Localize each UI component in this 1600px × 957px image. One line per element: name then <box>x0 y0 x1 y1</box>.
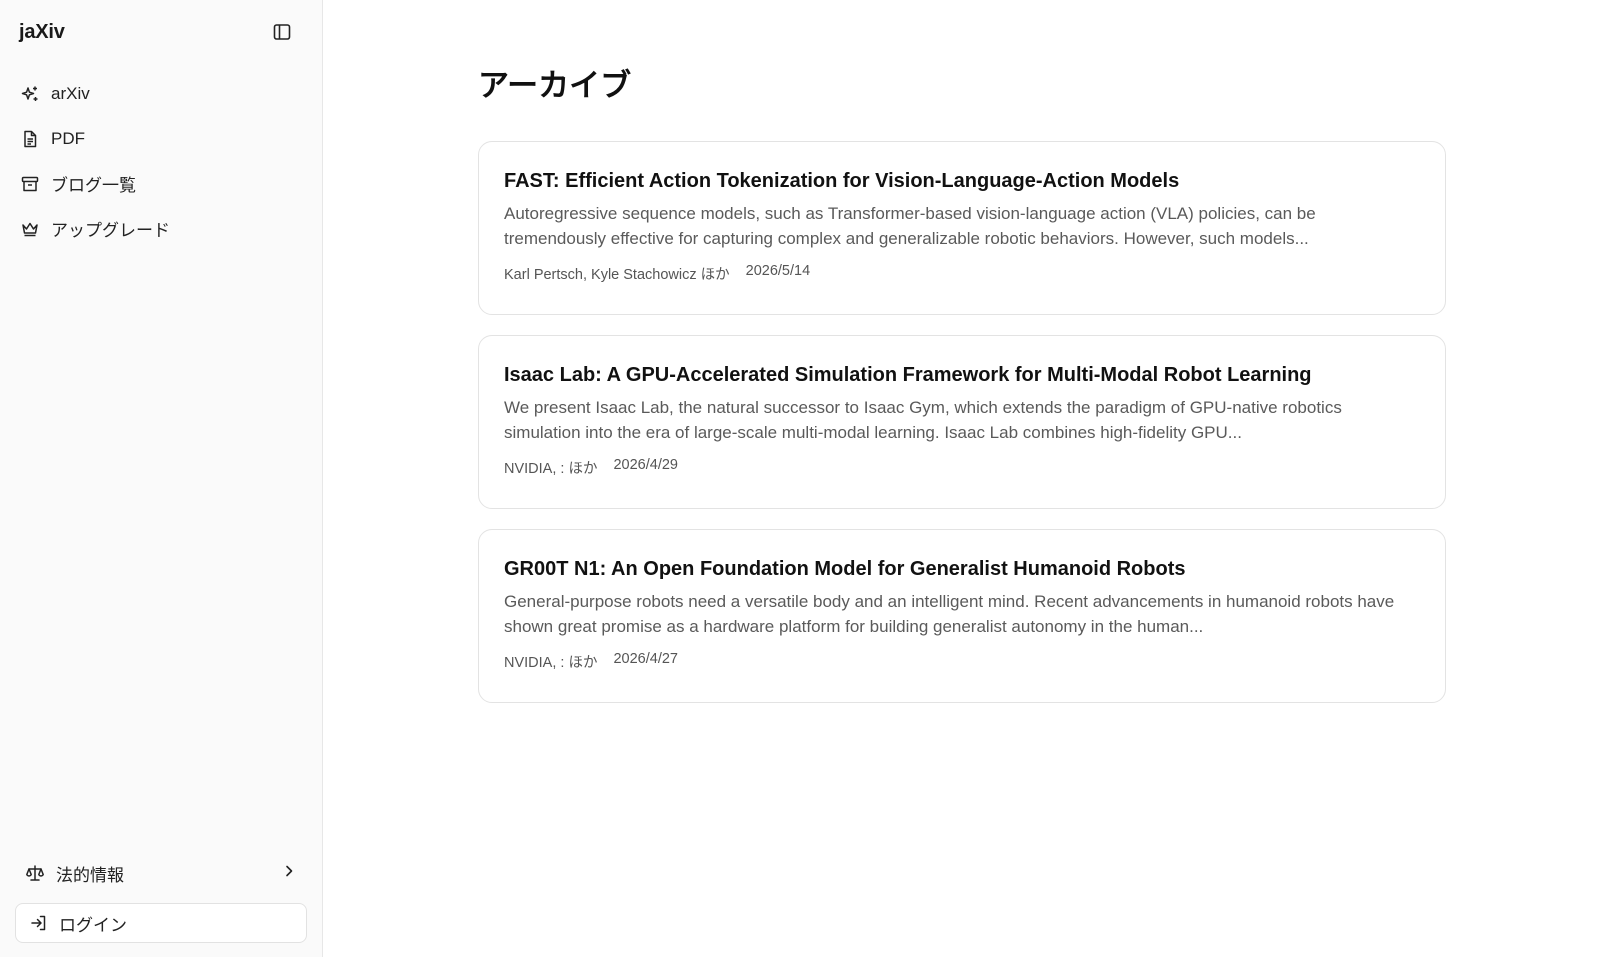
file-text-icon <box>20 129 40 149</box>
legal-info-label: 法的情報 <box>56 865 124 885</box>
article-date: 2026/4/27 <box>613 651 678 667</box>
sidebar-nav: arXiv PDF ブログ一覧 アップグレード <box>0 64 322 251</box>
sidebar-item-pdf[interactable]: PDF <box>0 116 322 161</box>
article-meta: NVIDIA, : ほか 2026/4/27 <box>504 651 1420 672</box>
sidebar-item-label: アップグレード <box>51 221 170 240</box>
sidebar-item-label: ブログ一覧 <box>51 176 136 195</box>
article-card[interactable]: GR00T N1: An Open Foundation Model for G… <box>478 529 1446 703</box>
article-abstract: Autoregressive sequence models, such as … <box>504 204 1316 248</box>
article-date: 2026/5/14 <box>745 263 811 279</box>
sidebar-item-upgrade[interactable]: アップグレード <box>0 206 322 251</box>
scale-icon <box>25 863 45 883</box>
login-button[interactable]: ログイン <box>15 903 307 943</box>
login-label: ログイン <box>59 915 127 935</box>
log-in-icon <box>29 913 49 933</box>
sidebar-header: jaXiv <box>0 0 322 64</box>
page-title: アーカイブ <box>478 68 632 103</box>
sidebar-item-arxiv[interactable]: arXiv <box>0 71 322 116</box>
article-meta: NVIDIA, : ほか 2026/4/29 <box>504 457 1420 478</box>
sidebar-footer: 法的情報 ログイン <box>0 851 322 957</box>
article-list: FAST: Efficient Action Tokenization for … <box>478 141 1446 723</box>
article-title[interactable]: FAST: Efficient Action Tokenization for … <box>504 168 1420 194</box>
archive-icon <box>20 174 40 194</box>
main-content: アーカイブ FAST: Efficient Action Tokenizatio… <box>323 0 1600 957</box>
crown-icon <box>20 219 40 239</box>
article-card[interactable]: Isaac Lab: A GPU-Accelerated Simulation … <box>478 335 1446 509</box>
article-card[interactable]: FAST: Efficient Action Tokenization for … <box>478 141 1446 315</box>
sidebar-item-label: PDF <box>51 128 85 148</box>
article-title[interactable]: Isaac Lab: A GPU-Accelerated Simulation … <box>504 362 1420 388</box>
article-abstract: We present Isaac Lab, the natural succes… <box>504 398 1342 442</box>
sidebar-item-blog-list[interactable]: ブログ一覧 <box>0 161 322 206</box>
article-date: 2026/4/29 <box>613 457 678 473</box>
sidebar: jaXiv arXiv PDF ブログ一覧 アップグレード 法的情報 ログイン <box>0 0 323 957</box>
sidebar-item-label: arXiv <box>51 83 90 103</box>
article-title[interactable]: GR00T N1: An Open Foundation Model for G… <box>504 556 1420 582</box>
legal-info-menu[interactable]: 法的情報 <box>15 851 307 895</box>
chevron-right-icon <box>281 863 297 884</box>
article-authors: NVIDIA, : ほか <box>504 655 598 671</box>
article-authors: NVIDIA, : ほか <box>504 461 598 477</box>
sidebar-toggle-button[interactable] <box>270 20 294 44</box>
sparkles-icon <box>20 84 40 104</box>
article-authors: Karl Pertsch, Kyle Stachowicz ほか <box>504 267 730 283</box>
brand-logo[interactable]: jaXiv <box>19 21 65 44</box>
panel-left-icon <box>273 24 291 40</box>
article-meta: Karl Pertsch, Kyle Stachowicz ほか 2026/5/… <box>504 263 1420 284</box>
article-abstract: General-purpose robots need a versatile … <box>504 592 1395 636</box>
